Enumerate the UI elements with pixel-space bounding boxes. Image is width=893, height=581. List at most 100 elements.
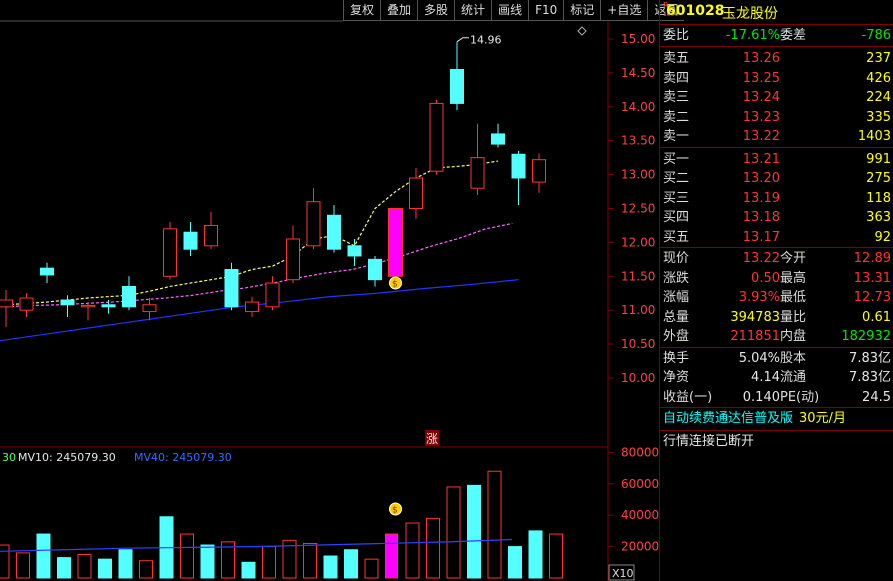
candle-body — [0, 299, 13, 308]
diamond-icon — [577, 26, 587, 36]
bid-price: 13.21 — [742, 151, 780, 167]
promo-text[interactable]: 自动续费通达信普及版 — [663, 411, 793, 426]
volume-legend-item: 30 — [2, 451, 16, 464]
toolbar-draw-button[interactable]: 画线 — [491, 0, 529, 21]
bid-price: 13.20 — [742, 171, 780, 186]
volume-bar — [303, 542, 317, 579]
price-tick-label: 13.00 — [621, 168, 655, 182]
ask-price: 13.23 — [742, 109, 780, 125]
ask-book: 卖五 13.26 237 卖四 13.25 426 卖三 13.24 224 卖二 13.23… — [660, 47, 893, 148]
fund-value: 7.83亿 — [849, 370, 891, 385]
ask-label: 卖五 — [663, 51, 690, 66]
volume-bar — [385, 533, 398, 579]
fund-label: 净资 — [663, 370, 690, 385]
candle-body — [19, 297, 34, 311]
volume-bar — [77, 553, 92, 579]
bid-row: 买五 13.17 92 — [660, 228, 893, 248]
bid-volume: 275 — [866, 171, 891, 186]
candle-body — [532, 159, 546, 183]
bid-volume: 991 — [866, 151, 891, 167]
candle-body — [429, 102, 444, 172]
volume-tick-label: 40000 — [621, 508, 659, 522]
candle-body — [122, 285, 136, 308]
kline-chart[interactable]: 15.00 14.50 14.00 13.50 13.00 12.50 12.00 11.50… — [0, 0, 659, 581]
bid-row: 买二 13.20 275 — [660, 169, 893, 189]
price-tick-label: 12.50 — [621, 202, 655, 216]
stat-value: 211851 — [730, 329, 780, 344]
volume-unit-label: X10 — [612, 567, 634, 580]
bid-row: 买三 13.19 118 — [660, 189, 893, 209]
fund-label: PE(动) — [780, 389, 820, 405]
toolbar-multi-stock-button[interactable]: 多股 — [417, 0, 455, 21]
ask-row: 卖二 13.23 335 — [660, 108, 893, 128]
toolbar-fuquan-button[interactable]: 复权 — [343, 0, 381, 21]
bid-row: 买四 13.18 363 — [660, 208, 893, 228]
volume-bar — [323, 555, 338, 579]
bid-price: 13.18 — [742, 210, 780, 225]
price-tick-label: 13.50 — [621, 134, 655, 148]
stat-label: 内盘 — [780, 329, 807, 344]
volume-tick-label: 80000 — [621, 445, 659, 459]
toolbar-overlay-button[interactable]: 叠加 — [380, 0, 418, 21]
ask-price: 13.25 — [742, 70, 780, 86]
price-tick-label: 11.50 — [621, 269, 655, 283]
volume-bar — [139, 560, 153, 579]
candle-body — [60, 299, 75, 306]
stat-value: 3.93% — [738, 290, 780, 305]
stat-row: 涨跌 0.50 最高 13.31 — [660, 269, 893, 289]
ask-row: 卖五 13.26 237 — [660, 49, 893, 69]
bid-label: 买二 — [663, 171, 690, 186]
fund-value: 0.140 — [742, 389, 780, 405]
candle-body — [327, 214, 341, 250]
stat-label: 涨跌 — [663, 270, 690, 286]
fundamentals: 换手 5.04% 股本 7.83亿 净资 4.14 流通 7.83亿 收益(一) 0.140 P… — [660, 348, 893, 408]
ask-volume: 426 — [866, 70, 891, 86]
ma5-line — [5, 160, 499, 306]
volume-bar — [241, 561, 256, 579]
bid-label: 买四 — [663, 210, 690, 225]
candle-body — [101, 304, 116, 308]
volume-bar — [426, 517, 440, 579]
price-tick-label: 11.00 — [621, 303, 655, 317]
max-price-pointer — [456, 37, 469, 43]
volume-bar — [549, 533, 563, 579]
stat-row: 总量 394783 量比 0.61 — [660, 308, 893, 328]
candle-body — [265, 282, 280, 308]
candle-body — [450, 69, 464, 104]
price-tick-label: 15.00 — [621, 32, 655, 46]
toolbar-f10-button[interactable]: F10 — [528, 0, 564, 21]
candle-body — [388, 208, 403, 277]
fund-label: 换手 — [663, 350, 690, 366]
fund-row: 净资 4.14 流通 7.83亿 — [660, 368, 893, 388]
stock-code: 601028 — [666, 3, 725, 19]
toolbar-mark-button[interactable]: 标记 — [563, 0, 601, 21]
ask-label: 卖二 — [663, 109, 690, 125]
ask-price: 13.22 — [742, 129, 780, 144]
fund-label: 收益(一) — [663, 389, 713, 405]
ask-label: 卖四 — [663, 70, 690, 86]
toolbar-add-watchlist-button[interactable]: +自选 — [600, 0, 648, 21]
money-bag-glyph: $ — [392, 280, 398, 290]
price-tick-label: 10.00 — [621, 371, 655, 385]
volume-bar — [36, 533, 51, 579]
stat-value: 0.61 — [862, 309, 891, 325]
weicha-value: -786 — [861, 28, 891, 43]
fund-label: 股本 — [780, 350, 807, 366]
ask-row: 卖三 13.24 224 — [660, 88, 893, 108]
ask-volume: 1403 — [857, 129, 891, 144]
volume-tick-label: 20000 — [621, 540, 659, 554]
stat-value: 0.50 — [751, 270, 780, 286]
ask-volume: 335 — [866, 109, 891, 125]
candle-body — [142, 304, 157, 313]
bid-volume: 118 — [866, 190, 891, 206]
toolbar-stats-button[interactable]: 统计 — [454, 0, 492, 21]
promo-banner[interactable]: 自动续费通达信普及版 30元/月 — [660, 408, 893, 431]
weibi-value: -17.61% — [725, 28, 780, 43]
volume-bar — [0, 544, 10, 579]
stat-label: 最低 — [780, 290, 807, 305]
volume-bar — [364, 558, 379, 579]
stat-label: 最高 — [780, 270, 807, 286]
stat-value: 12.73 — [853, 290, 891, 305]
candle-body — [368, 258, 382, 281]
price-tick-label: 10.50 — [621, 337, 655, 351]
